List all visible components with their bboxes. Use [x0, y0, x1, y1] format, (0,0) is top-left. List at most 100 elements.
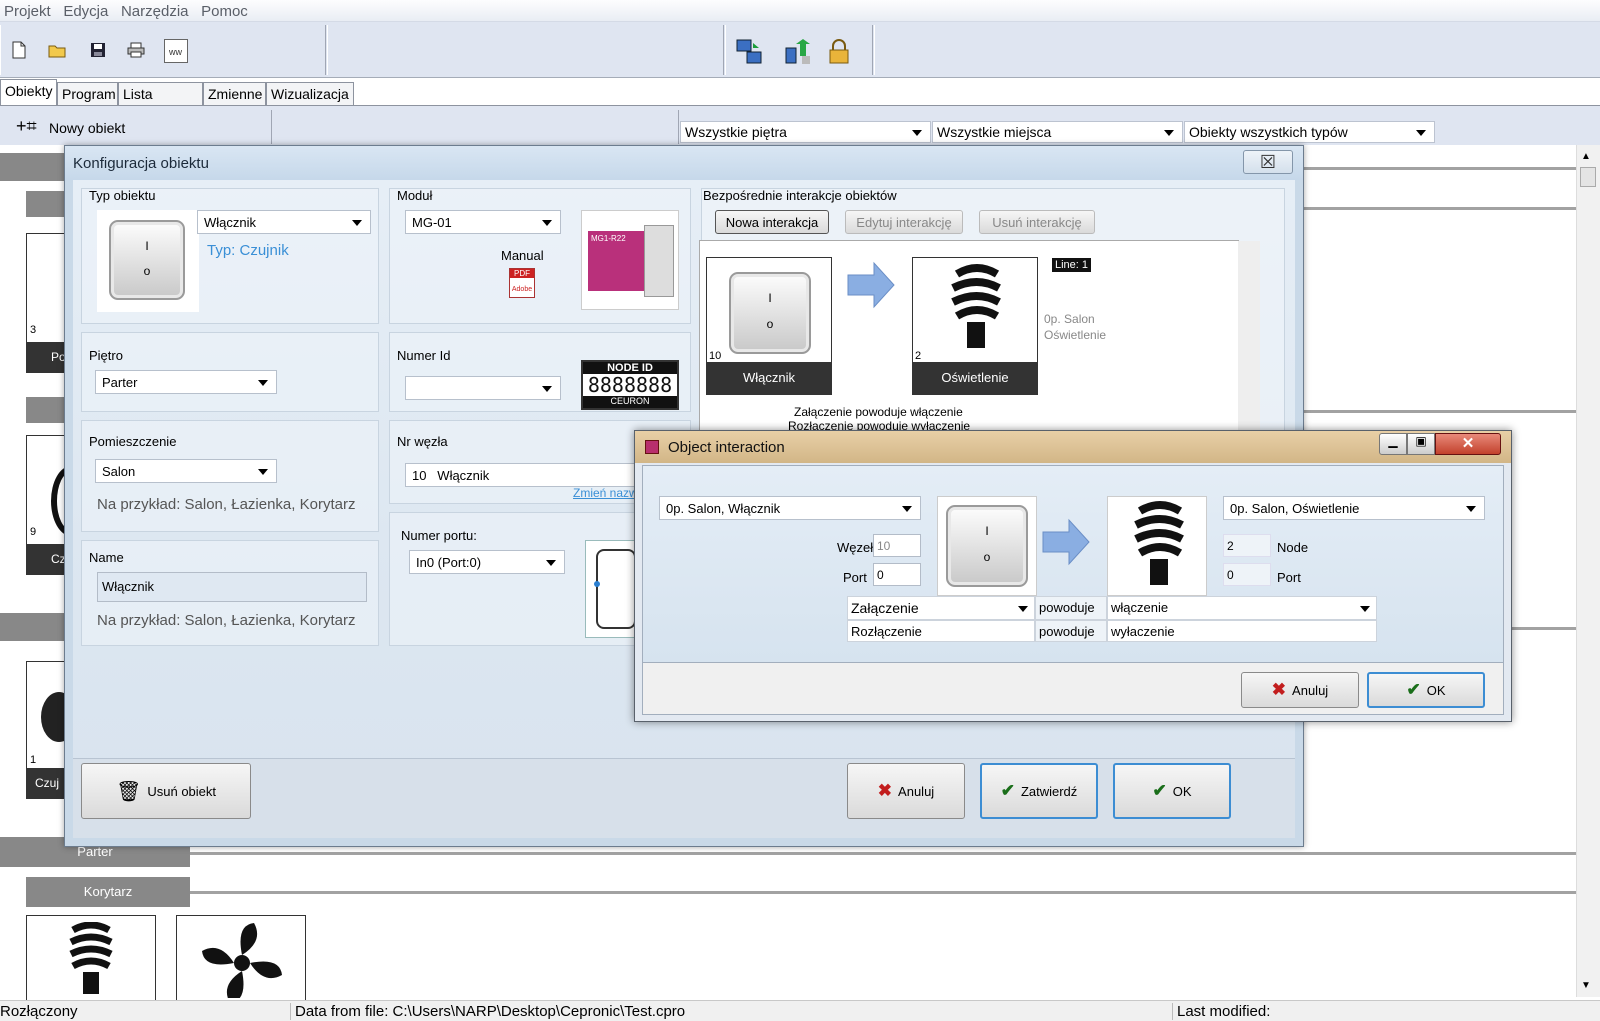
cancel-label: Anuluj — [898, 783, 935, 799]
x-icon: ✖ — [877, 781, 893, 800]
data-file-status: Data from file: C:\Users\NARP\Desktop\Ce… — [290, 1003, 685, 1020]
print-icon[interactable] — [125, 39, 147, 61]
card-label: Cz — [27, 544, 66, 574]
target-port-input[interactable]: 0 — [1223, 563, 1271, 586]
floor-value: Parter — [102, 375, 138, 390]
menu-projekt[interactable]: Projekt — [0, 0, 56, 20]
chevron-down-icon — [352, 220, 362, 226]
object-card[interactable] — [26, 915, 156, 1005]
scroll-thumb[interactable] — [1580, 167, 1596, 187]
ok-label: OK — [1172, 783, 1192, 799]
interaction-target-card[interactable]: 2 Oświetlenie — [912, 257, 1038, 395]
target-location: 0p. Salon — [1044, 312, 1095, 326]
check-icon: ✔ — [1152, 781, 1167, 800]
chevron-down-icon — [1416, 130, 1426, 136]
node-select[interactable]: 10 Włącznik — [405, 463, 645, 487]
cancel-button[interactable]: ✖ Anuluj — [847, 763, 965, 819]
module-device-body — [644, 225, 674, 297]
source-object-select[interactable]: 0p. Salon, Włącznik — [659, 496, 921, 520]
new-object-button[interactable]: +⌗ Nowy obiekt — [2, 110, 272, 144]
new-file-icon[interactable] — [8, 39, 30, 61]
chevron-down-icon — [912, 130, 922, 136]
pdf-icon-sub: Adobe — [511, 286, 533, 293]
group-divider — [186, 891, 1576, 894]
target-object-image — [1107, 496, 1207, 596]
object-card[interactable]: 3 Po — [26, 233, 66, 373]
object-card[interactable] — [176, 915, 306, 1005]
sync-icon[interactable] — [734, 37, 764, 67]
name-input[interactable]: Włącznik — [97, 572, 367, 602]
delete-object-button[interactable]: 🗑 Usuń obiekt — [81, 763, 251, 819]
object-interaction-dialog: Object interaction ▁ ▣ ✕ 0p. Salon, Włąc… — [634, 430, 1512, 722]
menu-narzedzia[interactable]: Narzędzia — [117, 0, 194, 20]
source-port-input[interactable]: 0 — [873, 563, 921, 586]
group-divider — [1300, 207, 1576, 210]
dialog-close-button[interactable]: ✕ — [1435, 433, 1501, 455]
minimize-button[interactable]: ▁ — [1379, 433, 1407, 455]
target-node-input[interactable]: 2 — [1223, 534, 1271, 557]
name-hint: Na przykład: Salon, Łazienka, Korytarz — [97, 612, 356, 629]
group-label — [26, 191, 64, 217]
menu-pomoc[interactable]: Pomoc — [197, 0, 253, 20]
object-type-select[interactable]: Włącznik — [197, 210, 371, 234]
group-label — [0, 613, 64, 641]
delete-interaction-button[interactable]: Usuń interakcję — [979, 210, 1095, 234]
change-name-link[interactable]: Zmień nazw — [573, 486, 638, 500]
config-window-footer: 🗑 Usuń obiekt ✖ Anuluj ✔ Zatwierdź ✔ OK — [73, 758, 1295, 838]
toolbar-section-file: ww — [0, 25, 326, 75]
numer-id-select[interactable] — [405, 376, 561, 400]
dialog-cancel-button[interactable]: ✖ Anuluj — [1241, 672, 1359, 708]
upload-icon[interactable] — [783, 37, 813, 67]
save-icon[interactable] — [87, 39, 109, 61]
new-interaction-button[interactable]: Nowa interakcja — [715, 210, 829, 234]
open-folder-icon[interactable] — [46, 39, 68, 61]
group-label — [0, 153, 64, 181]
pdf-icon-text: PDF — [510, 269, 534, 278]
menu-edycja[interactable]: Edycja — [59, 0, 113, 20]
switch-icon — [109, 220, 185, 300]
group-divider — [1300, 410, 1576, 413]
module-select[interactable]: MG-01 — [405, 210, 561, 234]
dialog-ok-button[interactable]: ✔ OK — [1367, 672, 1485, 708]
chevron-down-icon — [546, 560, 556, 566]
ok-button[interactable]: ✔ OK — [1113, 763, 1231, 819]
trigger-select-on[interactable]: Załączenie — [847, 596, 1035, 620]
edit-interaction-button[interactable]: Edytuj interakcję — [845, 210, 963, 234]
interactions-label: Bezpośrednie interakcje obiektów — [703, 188, 897, 203]
floor-filter-value: Wszystkie piętra — [685, 124, 787, 140]
vertical-scrollbar[interactable]: ▲ ▼ — [1576, 145, 1600, 997]
tab-wizualizacja[interactable]: Wizualizacja — [266, 82, 354, 105]
object-card[interactable]: 9 Cz — [26, 435, 91, 575]
tab-lista-wezlow[interactable]: Lista węzłów — [118, 82, 203, 118]
maximize-button[interactable]: ▣ — [1407, 433, 1435, 455]
confirm-button[interactable]: ✔ Zatwierdź — [980, 763, 1098, 819]
check-icon: ✔ — [1406, 680, 1421, 699]
tab-zmienne[interactable]: Zmienne — [203, 82, 266, 105]
pdf-icon[interactable]: PDF Adobe — [509, 268, 535, 298]
place-filter-select[interactable]: Wszystkie miejsca — [932, 121, 1183, 143]
source-node-input[interactable]: 10 — [873, 534, 921, 557]
fan-icon — [202, 923, 282, 998]
interaction-source-card[interactable]: 10 Włącznik — [706, 257, 832, 395]
arrow-right-icon — [1042, 518, 1090, 566]
room-select[interactable]: Salon — [95, 459, 277, 483]
tab-obiekty[interactable]: Obiekty — [0, 79, 57, 105]
action-select-on[interactable]: włączenie — [1107, 596, 1377, 620]
target-number: 2 — [915, 350, 922, 362]
close-button[interactable]: ☒ — [1243, 150, 1293, 174]
verb-on: powoduje — [1035, 596, 1107, 620]
preview-icon[interactable]: ww — [164, 39, 188, 63]
target-object-select[interactable]: 0p. Salon, Oświetlenie — [1223, 496, 1485, 520]
x-icon: ✖ — [1271, 680, 1287, 699]
scroll-up-icon[interactable]: ▲ — [1581, 151, 1591, 162]
tab-program[interactable]: Program — [57, 82, 118, 105]
port-select[interactable]: In0 (Port:0) — [409, 550, 565, 574]
floor-filter-select[interactable]: Wszystkie piętra — [680, 121, 931, 143]
scroll-down-icon[interactable]: ▼ — [1581, 980, 1591, 991]
switch-icon — [729, 272, 811, 354]
floor-select[interactable]: Parter — [95, 370, 277, 394]
trigger-on-value: Załączenie — [851, 600, 919, 616]
object-card[interactable]: 1 Czuj — [26, 661, 77, 799]
type-filter-select[interactable]: Obiekty wszystkich typów — [1184, 121, 1435, 143]
lock-icon[interactable] — [824, 37, 854, 67]
